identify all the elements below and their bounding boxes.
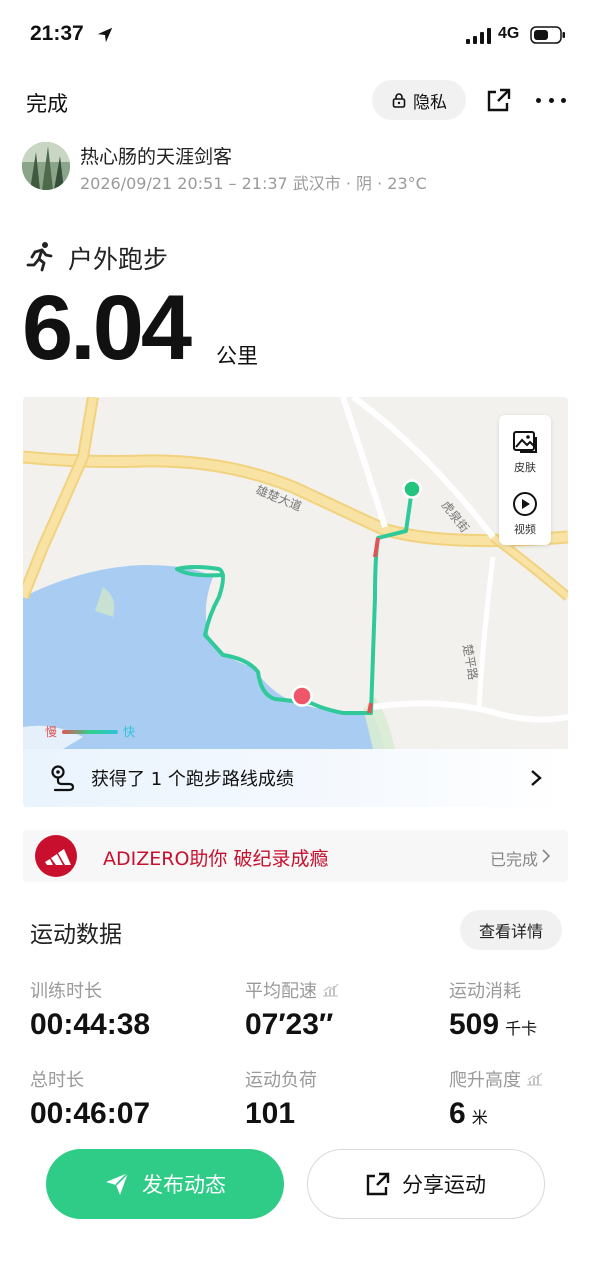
view-details-button[interactable]: 查看详情 [460, 910, 562, 950]
stat-value: 00:46:07 [30, 1097, 151, 1130]
stat-label: 爬升高度 [449, 1070, 521, 1091]
stat-total-duration: 总时长 00:46:07 [30, 1067, 150, 1131]
send-icon [106, 1172, 129, 1195]
stat-value: 6 [449, 1097, 466, 1130]
stat-label: 运动负荷 [245, 1070, 317, 1091]
sport-data-title: 运动数据 [30, 922, 122, 948]
stat-unit: 米 [471, 1110, 488, 1127]
distance-unit: 公里 [216, 344, 258, 368]
more-dot-icon [561, 97, 566, 103]
stat-value: 509 [449, 1008, 500, 1041]
avatar[interactable] [22, 142, 70, 190]
lock-icon [392, 93, 406, 108]
distance-value: 6.04 [22, 277, 192, 379]
route-record-text: 获得了 1 个跑步路线成绩 [91, 769, 294, 790]
speed-slow-label: 慢 [45, 725, 58, 739]
video-tool[interactable]: 视频 [499, 491, 551, 537]
promo-status: 已完成 [489, 850, 538, 869]
speed-legend: 慢 快 [45, 723, 135, 740]
chevron-right-icon [542, 849, 550, 863]
done-button[interactable]: 完成 [26, 88, 68, 118]
running-icon [26, 242, 53, 272]
video-tool-label: 视频 [514, 523, 536, 536]
stat-label: 平均配速 [245, 981, 317, 1002]
stat-label: 运动消耗 [449, 981, 521, 1002]
privacy-button[interactable]: 隐私 [372, 80, 466, 120]
privacy-label: 隐私 [413, 92, 447, 113]
map-tools: 皮肤 视频 [499, 415, 551, 545]
cellular-signal-icon [466, 28, 491, 44]
more-dot-icon [536, 97, 541, 103]
stat-training-duration: 训练时长 00:44:38 [30, 978, 150, 1042]
share-label: 分享运动 [402, 1173, 486, 1197]
route-pin-icon [51, 765, 75, 792]
chevron-right-icon [531, 770, 542, 786]
skin-tool[interactable]: 皮肤 [499, 429, 551, 475]
stat-unit: 千卡 [505, 1021, 538, 1038]
adidas-logo-icon [35, 835, 77, 877]
status-time: 21:37 [30, 22, 84, 45]
publish-label: 发布动态 [142, 1173, 226, 1197]
image-icon [513, 431, 537, 453]
promo-text: ADIZERO助你 破纪录成瘾 [103, 848, 329, 870]
play-icon [513, 492, 537, 516]
route-start-marker [402, 479, 422, 499]
network-type: 4G [498, 25, 520, 42]
share-icon [366, 1172, 390, 1196]
status-bar: 21:37 4G [0, 0, 591, 70]
adizero-promo-banner[interactable]: ADIZERO助你 破纪录成瘾 已完成 [23, 830, 568, 882]
stat-label: 总时长 [30, 1070, 84, 1091]
trend-chart-icon [527, 1072, 543, 1086]
more-dot-icon [548, 97, 554, 103]
location-arrow-icon [97, 27, 113, 43]
stat-value: 101 [245, 1097, 296, 1130]
speed-fast-label: 快 [123, 725, 136, 739]
stat-value: 07′23″ [245, 1008, 334, 1041]
publish-post-button[interactable]: 发布动态 [46, 1149, 284, 1219]
battery-icon [530, 26, 565, 44]
share-icon[interactable] [486, 87, 512, 113]
avatar-image [22, 142, 70, 190]
sport-type: 户外跑步 [68, 245, 169, 274]
stat-value: 00:44:38 [30, 1008, 151, 1041]
user-name: 热心肠的天涯剑客 [80, 146, 233, 168]
activity-meta: 2026/09/21 20:51 – 21:37 武汉市 · 阴 · 23°C [80, 174, 427, 193]
share-activity-button[interactable]: 分享运动 [307, 1149, 545, 1219]
speed-gradient-bar [62, 729, 119, 734]
stat-calories: 运动消耗 509 千卡 [449, 978, 537, 1047]
route-end-marker [291, 685, 313, 707]
stat-label: 训练时长 [30, 981, 102, 1002]
route-record-banner[interactable]: 获得了 1 个跑步路线成绩 [23, 749, 568, 807]
stat-avg-pace[interactable]: 平均配速 07′23″ [245, 978, 339, 1042]
more-options-button[interactable] [536, 88, 566, 112]
skin-tool-label: 皮肤 [514, 461, 536, 474]
map-canvas: 雄楚大道 虎泉街 楚平路 [23, 397, 568, 807]
stat-elevation-gain[interactable]: 爬升高度 6米 [449, 1067, 543, 1136]
stat-training-load: 运动负荷 101 [245, 1067, 317, 1131]
route-map[interactable]: 雄楚大道 虎泉街 楚平路 皮肤 视频 慢 快 获得了 1 个跑步路线成绩 [23, 397, 568, 807]
trend-chart-icon [323, 983, 339, 997]
